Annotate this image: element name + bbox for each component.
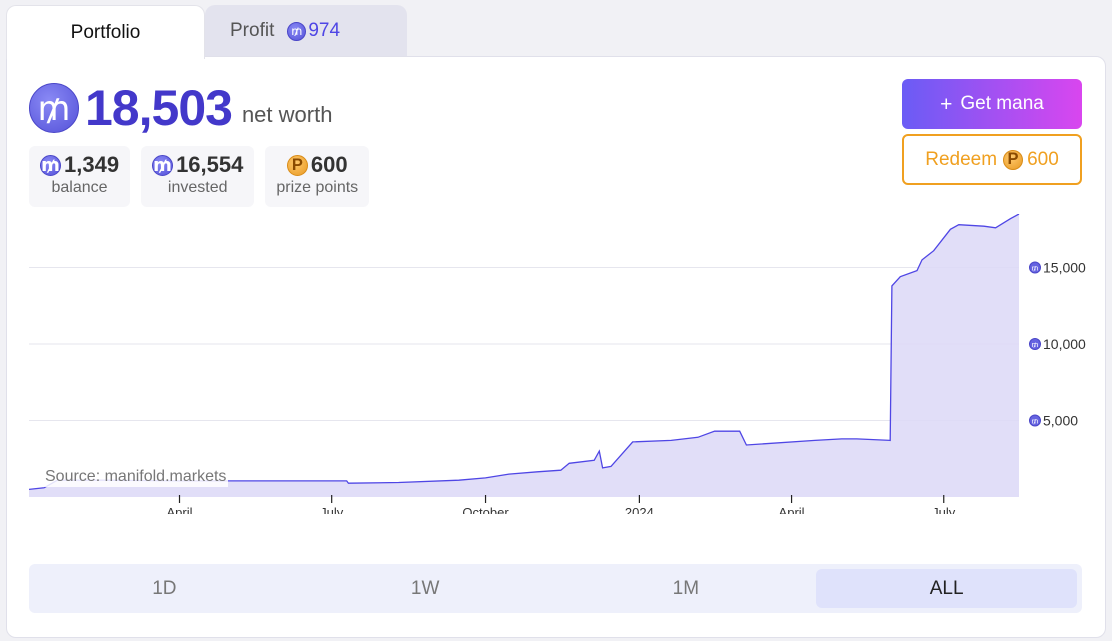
x-tick-label: 2024	[625, 505, 654, 514]
stat-balance: 1,349 balance	[29, 146, 131, 207]
portfolio-panel: 18,503 net worth 1,349 balance 16,554 in…	[6, 56, 1106, 638]
mana-glyph: ₥	[1032, 265, 1039, 273]
get-mana-label: Get mana	[960, 93, 1044, 114]
range-button-1d[interactable]: 1D	[34, 569, 295, 608]
tab-portfolio-label: Portfolio	[70, 21, 141, 43]
invested-value: 16,554	[176, 152, 244, 177]
mana-icon	[40, 154, 61, 176]
balance-label: balance	[51, 179, 108, 196]
stats-row: 1,349 balance 16,554 invested 600 prize …	[29, 146, 370, 207]
tab-profit-value: 974	[308, 20, 341, 41]
redeem-label: Redeem	[925, 148, 998, 170]
x-tick-label: April	[166, 505, 192, 514]
redeem-button[interactable]: Redeem 600	[902, 134, 1082, 185]
y-tick-label: 15,000	[1043, 260, 1086, 276]
redeem-value: 600	[1027, 148, 1059, 170]
mana-icon	[152, 154, 174, 176]
net-worth-label: net worth	[241, 102, 333, 127]
tab-profit[interactable]: Profit 974	[205, 5, 407, 57]
mana-icon	[29, 83, 79, 133]
get-mana-button[interactable]: + Get mana	[902, 79, 1082, 129]
source-label: Source: manifold.markets	[43, 467, 229, 487]
x-tick-label: October	[462, 505, 509, 514]
mana-glyph: ₥	[1032, 341, 1039, 349]
plus-icon: +	[940, 92, 953, 116]
prize-coin-icon	[286, 154, 308, 176]
tab-bar: Portfolio Profit 974	[6, 5, 408, 59]
x-tick-label: April	[779, 505, 805, 514]
stat-invested: 16,554 invested	[141, 146, 255, 207]
x-tick-label: July	[320, 505, 344, 514]
tab-profit-label: Profit	[230, 20, 275, 41]
net-worth: 18,503 net worth	[29, 79, 332, 137]
mana-icon	[287, 21, 307, 41]
range-button-all[interactable]: ALL	[816, 569, 1077, 608]
net-worth-value: 18,503	[85, 80, 233, 136]
y-tick-label: 10,000	[1043, 336, 1086, 352]
stat-prize-points: 600 prize points	[265, 146, 370, 207]
prize-coin-icon	[1003, 149, 1024, 170]
series-area	[29, 214, 1019, 497]
invested-label: invested	[167, 179, 228, 196]
mana-glyph: ₥	[1032, 418, 1039, 426]
tab-portfolio[interactable]: Portfolio	[6, 5, 205, 59]
range-button-1m[interactable]: 1M	[556, 569, 817, 608]
range-button-1w[interactable]: 1W	[295, 569, 556, 608]
prize-points-label: prize points	[276, 179, 359, 196]
prize-points-value: 600	[310, 152, 348, 177]
time-range-selector: 1D 1W 1M ALL	[29, 564, 1082, 613]
balance-value: 1,349	[64, 152, 120, 177]
y-tick-label: 5,000	[1043, 413, 1078, 429]
x-tick-label: July	[932, 505, 956, 514]
